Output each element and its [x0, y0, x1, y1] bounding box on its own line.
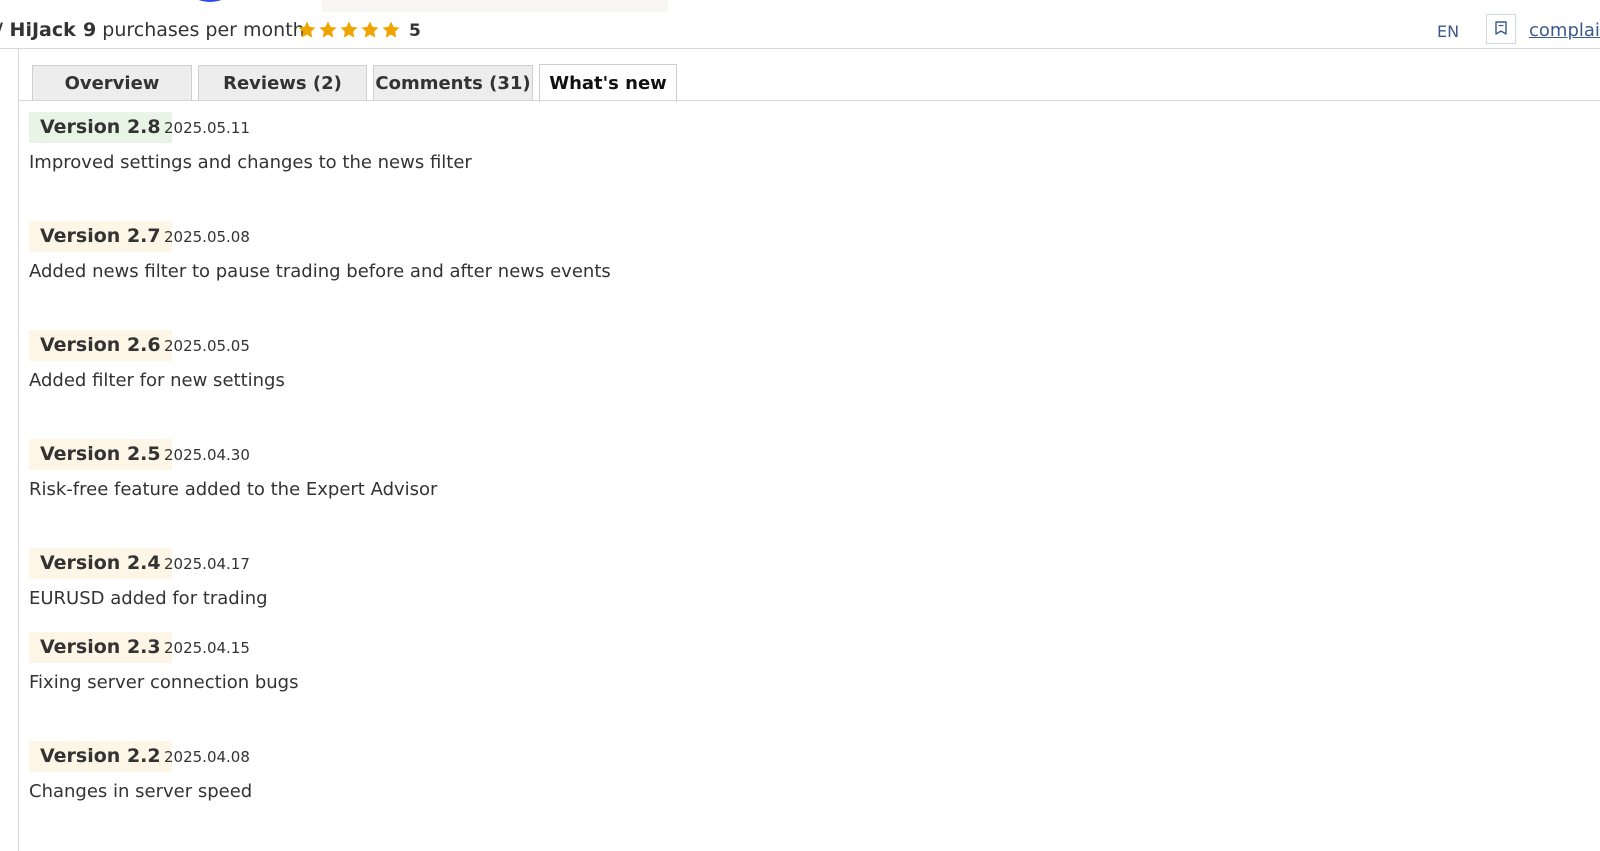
version-badge: Version 2.5: [29, 439, 172, 470]
changelog-entry: Version 2.6 2025.05.05 Added filter for …: [29, 330, 285, 391]
product-banner: [322, 0, 668, 12]
purchases-label: purchases per month: [102, 19, 305, 41]
language-selector[interactable]: EN: [1437, 22, 1459, 41]
version-badge: Version 2.4: [29, 548, 172, 579]
changelog-entry: Version 2.7 2025.05.08 Added news filter…: [29, 221, 611, 282]
version-date: 2025.04.30: [164, 446, 250, 464]
changelog-entry: Version 2.4 2025.04.17 EURUSD added for …: [29, 548, 268, 609]
rating-value: 5: [409, 21, 421, 41]
product-tabs: Overview Reviews (2) Comments (31) What'…: [32, 63, 683, 102]
version-date: 2025.05.05: [164, 337, 250, 355]
changelog-entry: Version 2.5 2025.04.30 Risk-free feature…: [29, 439, 437, 500]
version-badge: Version 2.8: [29, 112, 172, 143]
star-icon: [382, 21, 400, 38]
version-notes: Fixing server connection bugs: [29, 672, 299, 693]
tabs-divider: [19, 100, 1600, 101]
version-notes: Added filter for new settings: [29, 370, 285, 391]
version-date: 2025.04.15: [164, 639, 250, 657]
version-badge: Version 2.6: [29, 330, 172, 361]
version-date: 2025.05.11: [164, 119, 250, 137]
tab-whats-new[interactable]: What's new: [539, 64, 677, 102]
version-badge: Version 2.7: [29, 221, 172, 252]
version-date: 2025.04.08: [164, 748, 250, 766]
product-page: / HiJack 9 purchases per month 5 EN comp…: [0, 0, 1600, 851]
version-notes: Changes in server speed: [29, 781, 253, 802]
star-icon: [319, 21, 337, 38]
version-date: 2025.04.17: [164, 555, 250, 573]
complain-link[interactable]: complain: [1529, 20, 1600, 41]
product-header: / HiJack 9 purchases per month 5 EN comp…: [0, 14, 1600, 49]
rating-stars[interactable]: [297, 20, 401, 40]
version-badge: Version 2.3: [29, 632, 172, 663]
content-left-border: [18, 49, 19, 851]
complaint-flag-icon[interactable]: [1486, 14, 1516, 44]
star-icon: [340, 21, 358, 38]
purchases-count: 9: [83, 19, 97, 41]
product-name[interactable]: / HiJack: [0, 19, 76, 41]
star-icon: [298, 21, 316, 38]
tab-reviews[interactable]: Reviews (2): [198, 65, 367, 101]
tab-overview[interactable]: Overview: [32, 65, 192, 101]
tab-comments[interactable]: Comments (31): [373, 65, 533, 101]
changelog-entry: Version 2.2 2025.04.08 Changes in server…: [29, 741, 252, 802]
version-notes: EURUSD added for trading: [29, 588, 268, 609]
changelog-entry: Version 2.8 2025.05.11 Improved settings…: [29, 112, 472, 173]
version-notes: Added news filter to pause trading befor…: [29, 261, 611, 282]
purchases-per-month: 9 purchases per month: [83, 19, 305, 41]
version-badge: Version 2.2: [29, 741, 172, 772]
version-notes: Risk-free feature added to the Expert Ad…: [29, 479, 438, 500]
star-icon: [361, 21, 379, 38]
version-notes: Improved settings and changes to the new…: [29, 152, 472, 173]
changelog-entry: Version 2.3 2025.04.15 Fixing server con…: [29, 632, 299, 693]
complaint-flag-icon-svg: [1495, 21, 1507, 35]
version-date: 2025.05.08: [164, 228, 250, 246]
product-logo-icon: [198, 0, 222, 2]
